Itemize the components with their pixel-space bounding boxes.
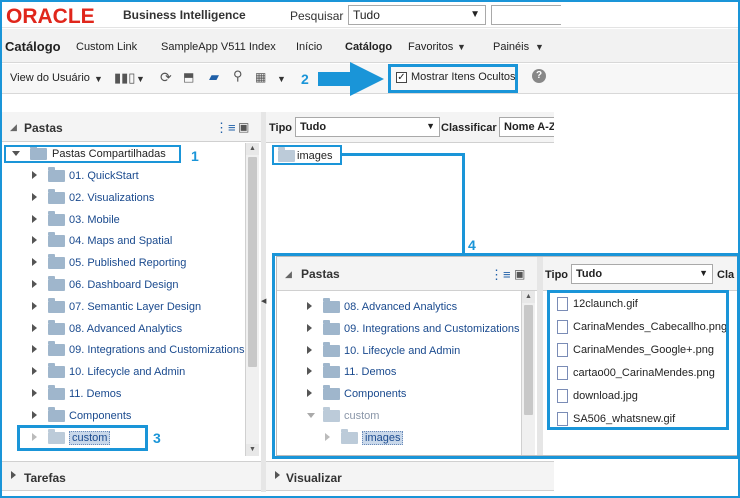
arrow-head <box>350 62 384 96</box>
highlight-box-images <box>272 145 342 165</box>
callout-1: 1 <box>191 148 199 164</box>
highlight-box-1 <box>4 145 181 163</box>
arrow-shaft <box>318 72 352 86</box>
callout-3: 3 <box>153 430 161 446</box>
highlight-box-files <box>547 290 729 430</box>
connector-line <box>341 153 465 156</box>
highlight-box-3 <box>17 425 148 451</box>
connector-line <box>462 153 465 255</box>
callout-2: 2 <box>301 71 309 87</box>
callout-4: 4 <box>468 237 476 253</box>
screenshot-frame: ORACLE Business Intelligence Pesquisar T… <box>0 0 740 498</box>
highlight-box-2 <box>388 64 518 93</box>
